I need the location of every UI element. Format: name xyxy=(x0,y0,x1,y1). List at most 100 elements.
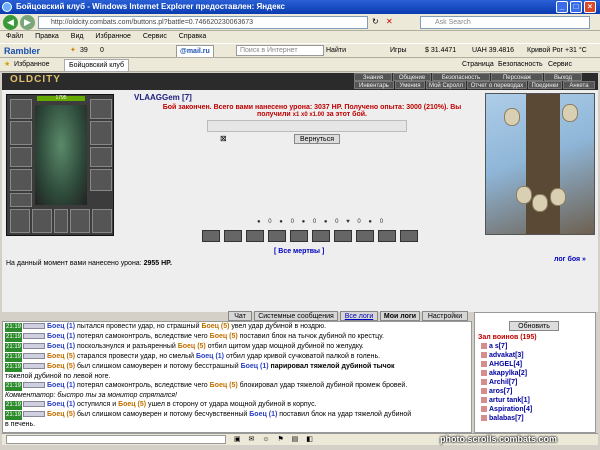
toolbar-search-input[interactable]: Поиск в Интернет xyxy=(236,45,324,56)
nav-transfers[interactable]: Отчет о переводах xyxy=(467,81,527,89)
menu-view[interactable]: Вид xyxy=(71,33,84,40)
online-user[interactable]: aros[7] xyxy=(475,387,595,396)
find-button[interactable]: Найти xyxy=(326,44,346,57)
close-button[interactable]: × xyxy=(584,1,596,13)
weapon-slot[interactable] xyxy=(10,147,32,167)
ring-slot-2[interactable] xyxy=(32,209,52,233)
menu-file[interactable]: Файл xyxy=(6,33,23,40)
browser-tab[interactable]: Бойцовский клуб xyxy=(64,59,130,72)
forward-button[interactable]: ▶ xyxy=(20,15,35,30)
boots-slot[interactable] xyxy=(90,169,112,191)
ring-slot-1[interactable] xyxy=(10,209,30,233)
favorites-button[interactable]: Избранное xyxy=(14,58,49,72)
nav-character[interactable]: Персонаж xyxy=(491,73,543,81)
action-button-7[interactable] xyxy=(334,230,352,242)
action-button-4[interactable] xyxy=(268,230,286,242)
action-button-9[interactable] xyxy=(378,230,396,242)
action-button-5[interactable] xyxy=(290,230,308,242)
weather[interactable]: Кривой Рог +31 °C xyxy=(527,44,587,57)
action-button-10[interactable] xyxy=(400,230,418,242)
counter-2[interactable]: 0 xyxy=(100,44,104,57)
online-user[interactable]: AHGEL[4] xyxy=(475,360,595,369)
action-button-8[interactable] xyxy=(356,230,374,242)
page-menu[interactable]: Страница xyxy=(462,58,494,72)
tab-settings[interactable]: Настройки xyxy=(422,311,468,321)
online-user[interactable]: balabas[7] xyxy=(475,414,595,423)
counter-1[interactable]: 39 xyxy=(80,44,88,57)
shield-slot[interactable] xyxy=(90,147,112,167)
action-button-6[interactable] xyxy=(312,230,330,242)
player-name[interactable]: VLAAGGem [7] xyxy=(134,93,192,102)
chat-toolbar-icons[interactable]: ▣ ✉ ☺ ⚑ ▤ ◧ xyxy=(234,435,316,443)
online-user[interactable]: akapylka[2] xyxy=(475,369,595,378)
scroll-slot-1[interactable] xyxy=(70,209,90,233)
menu-edit[interactable]: Правка xyxy=(35,33,59,40)
online-user[interactable]: Aspiration[4] xyxy=(475,405,595,414)
gloves-slot[interactable] xyxy=(90,121,112,145)
action-button-2[interactable] xyxy=(224,230,242,242)
mail-button[interactable]: @mail.ru xyxy=(176,45,214,57)
service-menu[interactable]: Сервис xyxy=(548,58,572,72)
helmet-slot[interactable] xyxy=(10,99,32,119)
menu-favorites[interactable]: Избранное xyxy=(95,33,130,40)
tab-my-logs[interactable]: Мои логи xyxy=(380,311,420,321)
all-dead-link[interactable]: [ Все мертвы ] xyxy=(274,248,324,255)
return-button[interactable]: Вернуться xyxy=(294,134,340,144)
close-small-icon[interactable]: ⊠ xyxy=(220,134,227,143)
amulet-slot[interactable] xyxy=(10,121,32,145)
menu-help[interactable]: Справка xyxy=(179,33,206,40)
star-icon: ✦ xyxy=(70,47,76,54)
nav-battles[interactable]: Поединки xyxy=(528,81,562,89)
window-title: Бойцовский клуб - Windows Internet Explo… xyxy=(16,2,285,11)
address-row: ◀ ▶ http://oldcity.combats.com/buttons.p… xyxy=(0,14,600,31)
online-user[interactable]: advakat[3] xyxy=(475,351,595,360)
ie-icon xyxy=(2,2,12,12)
refresh-icon[interactable]: ↻ xyxy=(372,17,379,26)
chat-input[interactable] xyxy=(6,435,226,444)
favorites-star-icon[interactable]: ★ xyxy=(4,58,10,72)
back-button[interactable]: ◀ xyxy=(3,15,18,30)
nav-knowledge[interactable]: Знания xyxy=(354,73,392,81)
favorites-bar: ★ Избранное Бойцовский клуб Страница Без… xyxy=(0,58,600,72)
window-title-bar: Бойцовский клуб - Windows Internet Explo… xyxy=(0,0,600,14)
online-user[interactable]: a s[7] xyxy=(475,342,595,351)
ring-slot-3[interactable] xyxy=(54,209,68,233)
action-button-1[interactable] xyxy=(202,230,220,242)
nav-profile[interactable]: Анкета xyxy=(563,81,595,89)
rambler-logo[interactable]: Rambler xyxy=(4,44,40,57)
refresh-online-button[interactable]: Обновить xyxy=(509,321,559,331)
tab-all-logs[interactable]: Все логи xyxy=(340,311,378,321)
tab-chat[interactable]: Чат xyxy=(228,311,252,321)
chat-line: 21:19 Боец (1) потерял самоконтроль, всле… xyxy=(5,382,408,391)
menu-tools[interactable]: Сервис xyxy=(143,33,167,40)
stats-row: ● 0 ● 0 ● 0 ● 0 ♥ 0 ● 0 xyxy=(257,219,387,225)
belt-slot[interactable] xyxy=(10,193,32,207)
maximize-button[interactable]: □ xyxy=(570,1,582,13)
action-button-3[interactable] xyxy=(246,230,264,242)
tab-system-messages[interactable]: Системные сообщения xyxy=(254,311,338,321)
nav-security[interactable]: Безопасность xyxy=(432,73,490,81)
nav-exit[interactable]: Выход xyxy=(544,73,582,81)
chat-line: 21:19 Боец (5) был слишком самоуверен и п… xyxy=(5,363,395,372)
nav-inventory[interactable]: Инвентарь xyxy=(354,81,394,89)
location-picture xyxy=(485,93,595,235)
online-panel: Обновить Зал воинов (195) a s[7] advakat… xyxy=(474,312,596,433)
battle-log-link[interactable]: лог боя » xyxy=(554,256,586,263)
nav-communication[interactable]: Общение xyxy=(393,73,431,81)
armor-slot[interactable] xyxy=(10,169,32,191)
stop-icon[interactable]: ✕ xyxy=(386,17,393,26)
address-bar[interactable]: http://oldcity.combats.com/buttons.pl?ba… xyxy=(38,16,368,29)
nav-my-scroll[interactable]: Мой Скролл xyxy=(426,81,466,89)
game-logo: OLDCITY xyxy=(10,74,61,85)
earring-slot[interactable] xyxy=(90,99,112,119)
online-user[interactable]: artur tank[1] xyxy=(475,396,595,405)
online-user[interactable]: Archil[7] xyxy=(475,378,595,387)
games-link[interactable]: Игры xyxy=(390,44,407,57)
safety-menu[interactable]: Безопасность xyxy=(498,58,543,72)
nav-skills[interactable]: Умения xyxy=(395,81,425,89)
character-panel: 1795 xyxy=(6,94,114,236)
scroll-slot-2[interactable] xyxy=(92,209,112,233)
online-header: Зал воинов (195) xyxy=(478,334,537,341)
minimize-button[interactable]: _ xyxy=(556,1,568,13)
search-input[interactable]: Ask Search xyxy=(420,16,590,29)
